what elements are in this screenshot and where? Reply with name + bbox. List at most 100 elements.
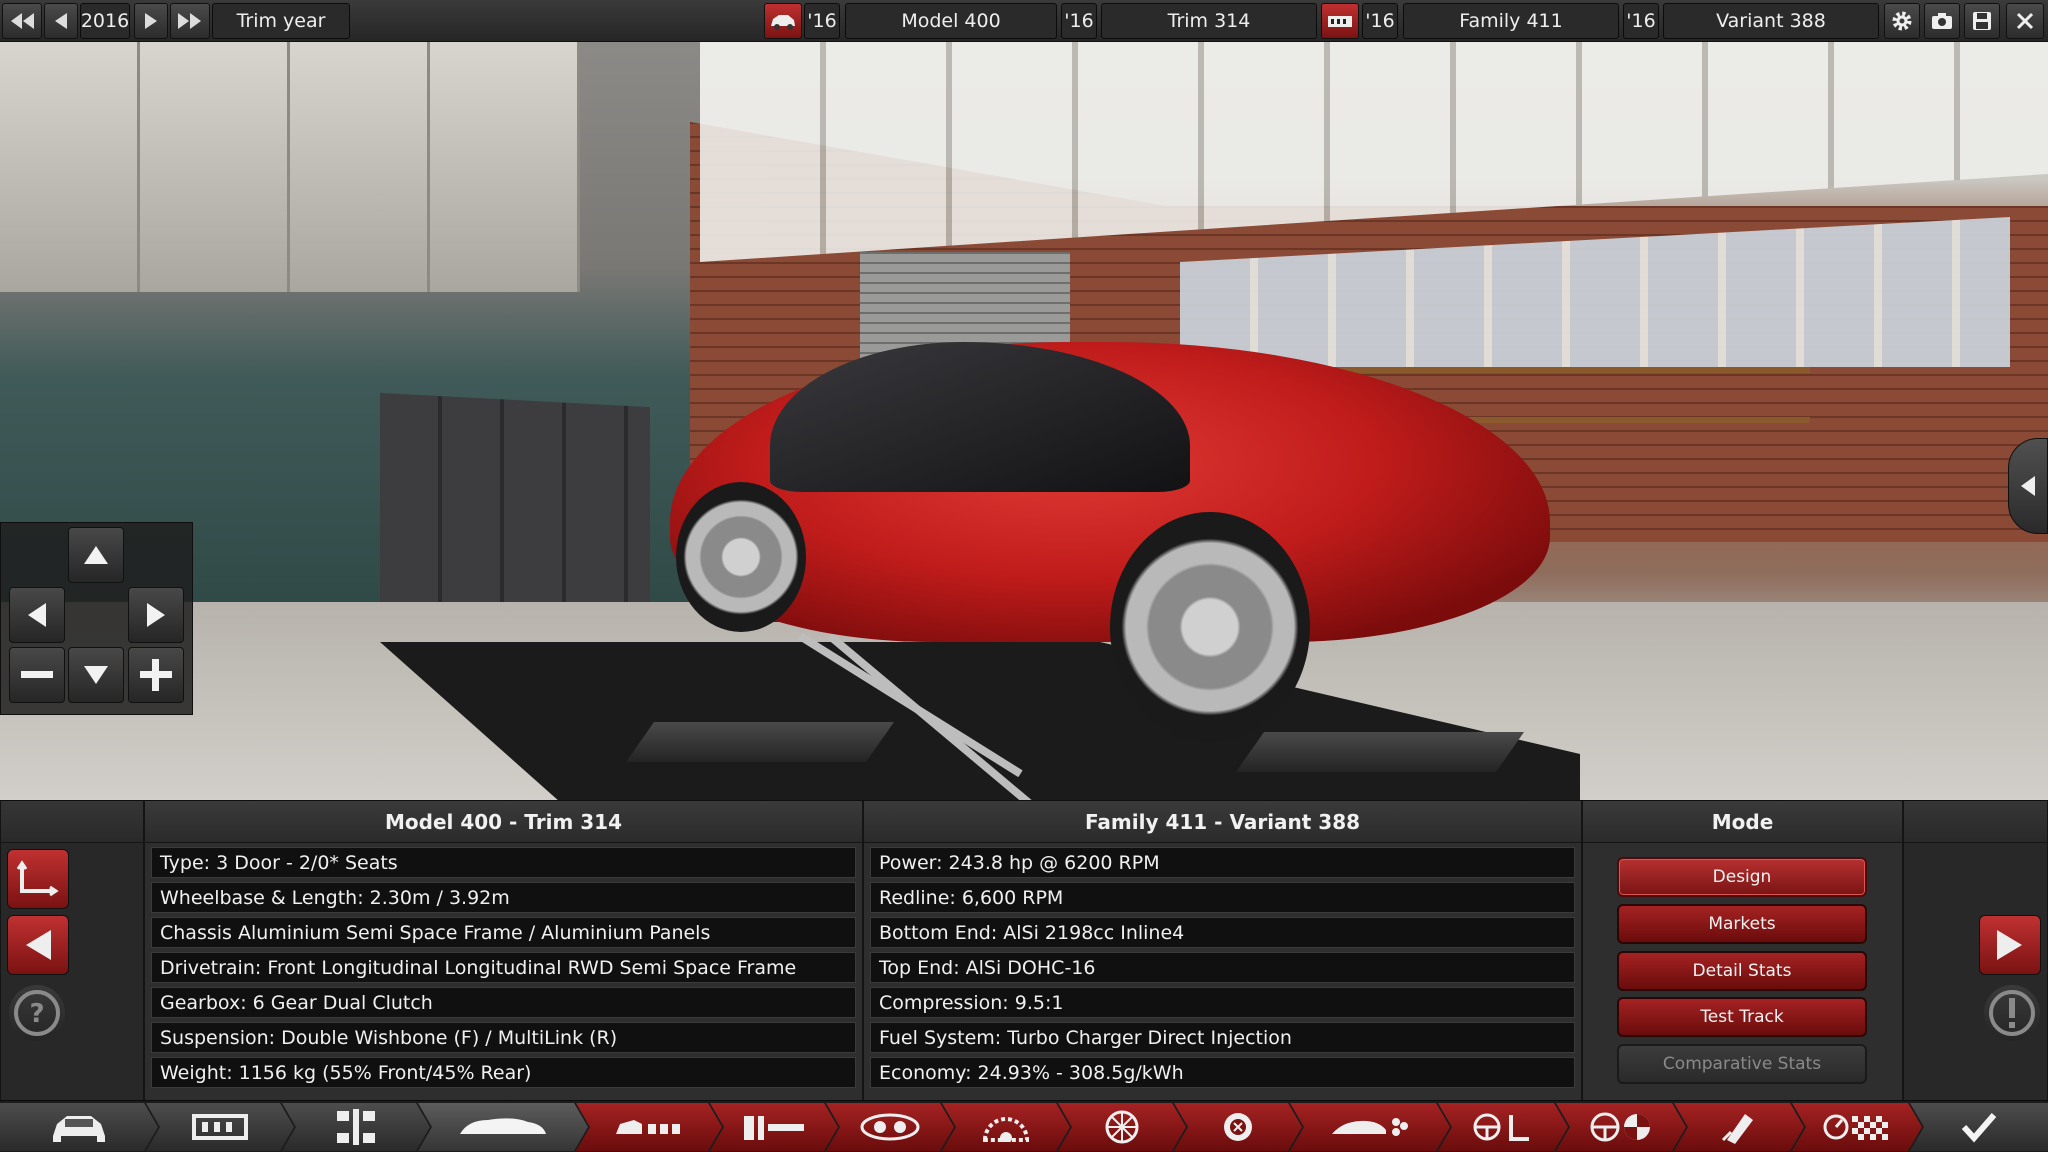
car-stat-row: Suspension: Double Wishbone (F) / MultiL… xyxy=(151,1022,856,1053)
mode-detail-stats-button[interactable]: Detail Stats xyxy=(1617,951,1867,991)
engine-stat-row: Compression: 9.5:1 xyxy=(870,987,1575,1018)
family-year: '16 xyxy=(1362,3,1398,39)
stage-tires[interactable] xyxy=(1174,1103,1302,1151)
measure-dimensions-icon xyxy=(16,860,59,897)
camera-up-button[interactable] xyxy=(68,527,124,583)
design-stages-bar xyxy=(0,1100,2048,1152)
year-forward-button[interactable] xyxy=(134,3,168,39)
arrow-left-icon xyxy=(2021,476,2035,496)
settings-gear-icon xyxy=(1892,11,1912,31)
paint-icon xyxy=(1719,1110,1759,1144)
warnings-button[interactable] xyxy=(1984,985,2040,1041)
camera-down-button[interactable] xyxy=(68,647,124,703)
car-model-button[interactable] xyxy=(764,3,802,39)
dimensions-button[interactable] xyxy=(7,849,69,909)
next-button[interactable] xyxy=(1979,915,2041,975)
car-front-icon xyxy=(49,1110,109,1144)
engine-stat-row: Redline: 6,600 RPM xyxy=(870,882,1575,913)
stage-body[interactable] xyxy=(418,1103,588,1151)
stage-car-model[interactable] xyxy=(0,1103,158,1151)
trim-year: '16 xyxy=(1061,3,1097,39)
close-button[interactable] xyxy=(2006,3,2044,39)
mode-header: Mode xyxy=(1583,801,1902,843)
confirm-check-icon xyxy=(1961,1113,1997,1143)
car-stat-row: Gearbox: 6 Gear Dual Clutch xyxy=(151,987,856,1018)
stage-test-drive[interactable] xyxy=(1792,1103,1922,1151)
front-wheel xyxy=(1110,512,1310,742)
mode-comparative-stats-button[interactable]: Comparative Stats xyxy=(1617,1044,1867,1084)
model-year: '16 xyxy=(804,3,840,39)
fixtures-icon xyxy=(614,1114,684,1140)
fast-forward-icon xyxy=(178,13,201,29)
stage-paint[interactable] xyxy=(1674,1103,1804,1151)
zoom-out-button[interactable] xyxy=(9,647,65,703)
year-field[interactable]: 2016 xyxy=(80,3,130,39)
zoom-in-button[interactable] xyxy=(128,647,184,703)
stage-wheels[interactable] xyxy=(1058,1103,1186,1151)
year-fast-back-button[interactable] xyxy=(2,3,42,39)
suspension-icon xyxy=(858,1112,922,1142)
stage-confirm[interactable] xyxy=(1910,1103,2048,1151)
interior-icon xyxy=(742,1112,806,1142)
arrow-right-icon xyxy=(147,603,165,627)
year-fast-forward-button[interactable] xyxy=(170,3,210,39)
help-button[interactable]: ? xyxy=(9,985,65,1041)
car-3d-viewport[interactable] xyxy=(0,42,2048,800)
fast-back-icon xyxy=(11,13,34,29)
engine-stats-header: Family 411 - Variant 388 xyxy=(864,801,1581,843)
mode-markets-button[interactable]: Markets xyxy=(1617,904,1867,944)
forward-icon xyxy=(145,13,157,29)
minus-icon xyxy=(21,671,53,678)
back-button[interactable] xyxy=(7,915,69,975)
camera-control-pad xyxy=(0,522,193,715)
safety-icon xyxy=(1589,1111,1653,1143)
car-stats-column: Model 400 - Trim 314 Type: 3 Door - 2/0*… xyxy=(144,801,863,1101)
rear-wheel xyxy=(676,482,806,632)
mode-test-track-button[interactable]: Test Track xyxy=(1617,997,1867,1037)
family-selector[interactable]: Family 411 xyxy=(1403,3,1619,39)
stage-drivetrain[interactable] xyxy=(282,1103,430,1151)
stage-suspension[interactable] xyxy=(826,1103,954,1151)
camera-right-button[interactable] xyxy=(128,587,184,643)
wheels-icon xyxy=(1104,1109,1140,1145)
trim-selector[interactable]: Trim 314 xyxy=(1101,3,1317,39)
save-button[interactable] xyxy=(1964,3,2000,39)
car-stat-row: Drivetrain: Front Longitudinal Longitudi… xyxy=(151,952,856,983)
save-icon xyxy=(1973,12,1991,30)
test-drive-icon xyxy=(1822,1112,1892,1142)
arrow-left-icon xyxy=(28,603,46,627)
engine-stat-row: Fuel System: Turbo Charger Direct Inject… xyxy=(870,1022,1575,1053)
stage-fixtures[interactable] xyxy=(576,1103,722,1151)
tires-icon xyxy=(1221,1110,1255,1144)
engine-stat-row: Top End: AlSi DOHC-16 xyxy=(870,952,1575,983)
engine-family-button[interactable] xyxy=(1321,3,1359,39)
car-stat-row: Type: 3 Door - 2/0* Seats xyxy=(151,847,856,878)
stage-aero[interactable] xyxy=(1290,1103,1450,1151)
brakes-icon xyxy=(981,1112,1031,1142)
camera-left-button[interactable] xyxy=(9,587,65,643)
stage-chassis[interactable] xyxy=(146,1103,294,1151)
back-icon xyxy=(55,13,67,29)
variant-selector[interactable]: Variant 388 xyxy=(1663,3,1879,39)
stage-interior[interactable] xyxy=(710,1103,838,1151)
settings-button[interactable] xyxy=(1884,3,1920,39)
warning-icon xyxy=(1989,990,2035,1036)
stage-safety[interactable] xyxy=(1556,1103,1686,1151)
model-selector[interactable]: Model 400 xyxy=(845,3,1057,39)
svg-text:?: ? xyxy=(29,999,44,1029)
close-icon xyxy=(2016,12,2034,30)
stage-brakes[interactable] xyxy=(942,1103,1070,1151)
aero-icon xyxy=(1330,1112,1410,1142)
mode-design-button[interactable]: Design xyxy=(1617,857,1867,897)
screenshot-button[interactable] xyxy=(1924,3,1960,39)
back-icon xyxy=(26,930,51,960)
engine-stat-row: Bottom End: AlSi 2198cc Inline4 xyxy=(870,917,1575,948)
arrow-down-icon xyxy=(84,666,108,684)
top-toolbar: 2016 Trim year '16 Model 400 '16 Trim 31… xyxy=(0,0,2048,42)
year-back-button[interactable] xyxy=(44,3,78,39)
side-panel-toggle[interactable] xyxy=(2008,438,2048,534)
car-stat-row: Chassis Aluminium Semi Space Frame / Alu… xyxy=(151,917,856,948)
stage-steering[interactable] xyxy=(1438,1103,1568,1151)
variant-year: '16 xyxy=(1623,3,1659,39)
right-actions-column xyxy=(1903,801,2048,1101)
